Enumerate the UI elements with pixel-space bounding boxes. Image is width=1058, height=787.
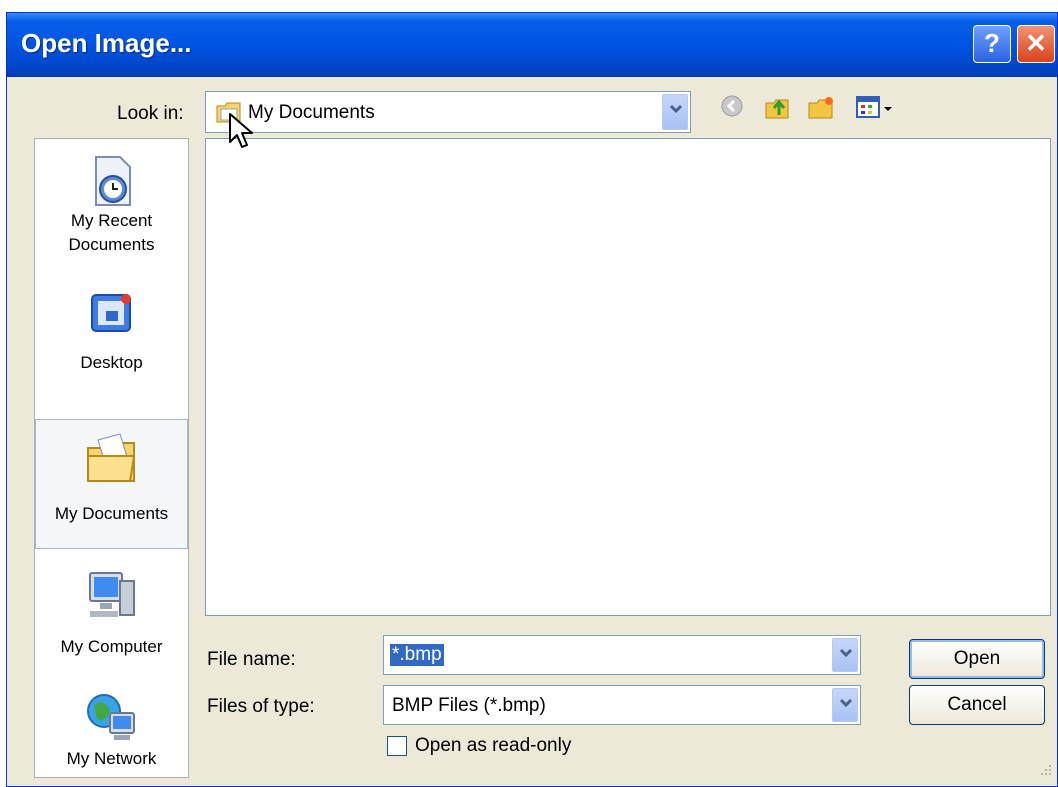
file-name-value[interactable]: *.bmp xyxy=(390,644,444,666)
file-name-combobox[interactable]: *.bmp xyxy=(383,635,861,675)
places-bar: My Recent Documents Desktop My Documents… xyxy=(34,138,189,778)
my-computer-icon xyxy=(84,567,140,623)
place-label: Documents xyxy=(68,235,155,254)
mouse-pointer-icon xyxy=(228,112,256,157)
place-label: My Computer xyxy=(60,637,163,656)
close-button[interactable]: ✕ xyxy=(1017,25,1055,63)
place-my-recent-documents[interactable]: My Recent Documents xyxy=(35,147,188,277)
place-my-documents[interactable]: My Documents xyxy=(35,419,188,549)
open-as-read-only-checkbox[interactable] xyxy=(387,736,407,756)
files-of-type-label: Files of type: xyxy=(207,696,315,717)
help-button[interactable]: ? xyxy=(973,25,1011,63)
place-label: My Network xyxy=(66,749,157,768)
place-my-network[interactable]: My Network xyxy=(35,687,188,777)
files-of-type-dropdown-arrow[interactable] xyxy=(832,688,858,722)
cancel-button[interactable]: Cancel xyxy=(909,685,1045,725)
look-in-dropdown[interactable]: My Documents xyxy=(205,91,691,133)
look-in-label: Look in: xyxy=(117,103,184,124)
files-of-type-dropdown[interactable]: BMP Files (*.bmp) xyxy=(383,685,861,725)
look-in-dropdown-arrow[interactable] xyxy=(662,94,688,130)
my-network-icon xyxy=(84,691,140,745)
dialog-title: Open Image... xyxy=(21,28,192,58)
place-label: My Recent xyxy=(70,211,153,230)
place-desktop[interactable]: Desktop xyxy=(35,285,188,385)
back-icon[interactable] xyxy=(719,93,745,124)
open-button[interactable]: Open xyxy=(909,639,1045,679)
resize-grip-icon[interactable] xyxy=(1037,761,1053,782)
view-menu-icon[interactable] xyxy=(855,93,895,126)
recent-documents-icon xyxy=(86,153,138,209)
look-in-value: My Documents xyxy=(248,102,375,123)
file-name-label: File name: xyxy=(207,649,296,670)
title-bar[interactable]: Open Image... ? ✕ xyxy=(7,13,1057,77)
place-label: Desktop xyxy=(80,353,143,372)
up-folder-icon[interactable] xyxy=(763,93,791,126)
my-documents-icon xyxy=(84,430,140,488)
open-as-read-only-label[interactable]: Open as read-only xyxy=(415,735,571,757)
desktop-icon xyxy=(86,289,138,341)
new-folder-icon[interactable] xyxy=(807,93,837,126)
place-my-computer[interactable]: My Computer xyxy=(35,563,188,673)
files-of-type-value: BMP Files (*.bmp) xyxy=(392,695,546,716)
open-image-dialog: Open Image... ? ✕ Look in: My Documents … xyxy=(6,12,1058,787)
file-name-dropdown-arrow[interactable] xyxy=(832,638,858,672)
place-label: My Documents xyxy=(54,504,169,523)
file-list[interactable] xyxy=(205,138,1051,616)
